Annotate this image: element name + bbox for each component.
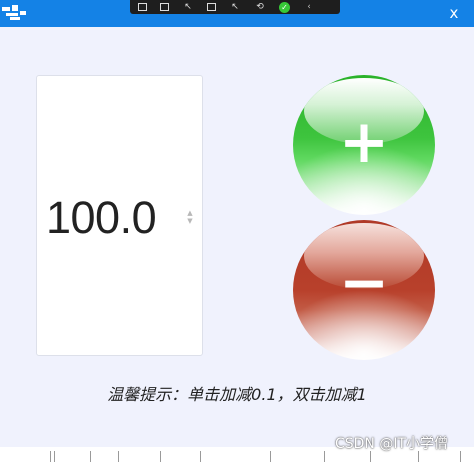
- cursor-icon[interactable]: ↖: [229, 2, 241, 12]
- pointer-icon[interactable]: ↖: [182, 2, 194, 12]
- video-icon[interactable]: [160, 3, 169, 11]
- debug-toolbar: ↖ ↖ ⟲ ✓ ‹: [130, 0, 340, 14]
- number-input-box[interactable]: 100.0 ▲ ▼: [36, 75, 203, 356]
- minus-icon: −: [338, 248, 390, 318]
- spin-up-icon[interactable]: ▲: [185, 209, 195, 217]
- increment-button[interactable]: +: [293, 75, 435, 215]
- window-content: 100.0 ▲ ▼ + − 温馨提示：单击加减0.1，双击加减1: [0, 27, 474, 447]
- plus-icon: +: [338, 107, 390, 177]
- tip-text: 温馨提示：单击加减0.1，双击加减1: [107, 385, 367, 404]
- watermark-text: CSDN @IT小学僧: [334, 436, 448, 452]
- decrement-button[interactable]: −: [293, 220, 435, 360]
- check-icon[interactable]: ✓: [279, 1, 290, 13]
- title-bar: ↖ ↖ ⟲ ✓ ‹ x: [0, 0, 474, 27]
- spin-down-icon[interactable]: ▼: [185, 217, 195, 225]
- select-element-icon[interactable]: [138, 3, 147, 11]
- window-icon[interactable]: [207, 3, 216, 11]
- spin-buttons[interactable]: ▲ ▼: [185, 209, 195, 225]
- number-value[interactable]: 100.0: [46, 192, 157, 244]
- chevron-left-icon[interactable]: ‹: [303, 2, 315, 12]
- close-button[interactable]: x: [444, 3, 464, 23]
- hot-reload-icon[interactable]: ⟲: [254, 2, 266, 12]
- app-logo-icon: [2, 5, 28, 21]
